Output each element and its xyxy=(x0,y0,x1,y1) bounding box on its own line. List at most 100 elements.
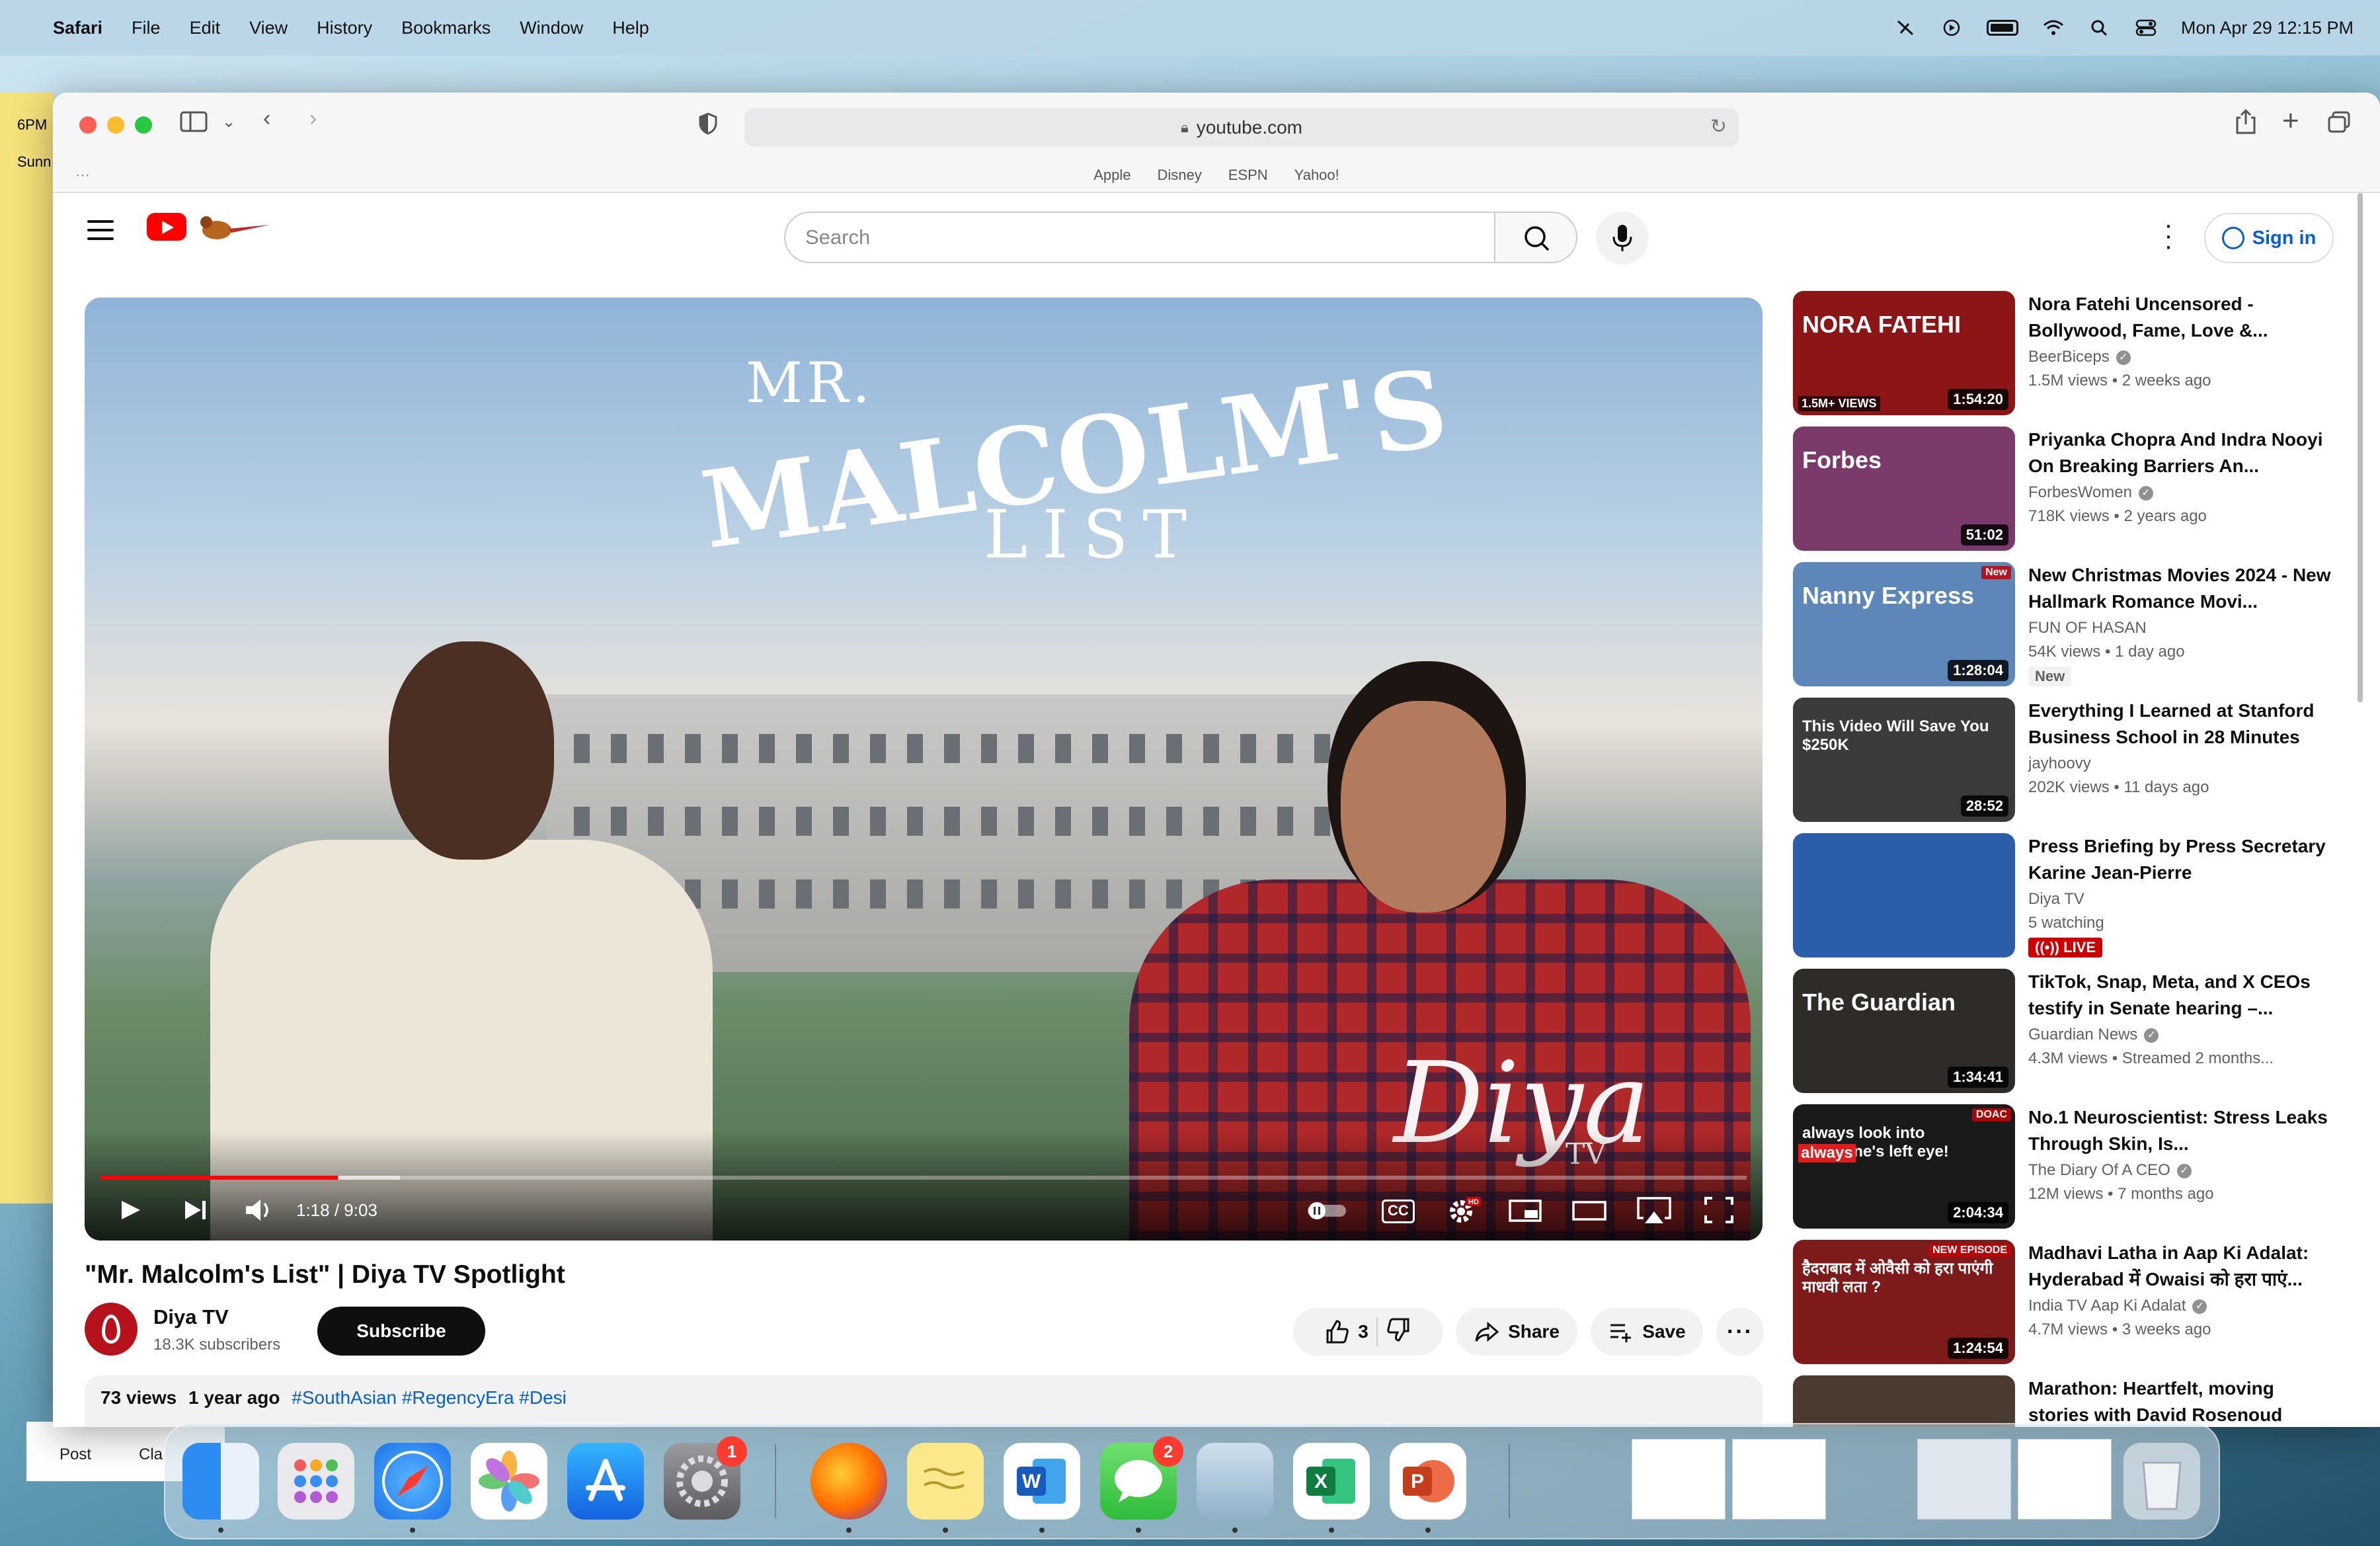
recommendation-thumbnail[interactable]: Nanny Express New 1:28:04 xyxy=(1793,562,2015,686)
dock-launchpad-icon[interactable] xyxy=(278,1443,354,1520)
recommendation-title[interactable]: No.1 Neuroscientist: Stress Leaks Throug… xyxy=(2028,1104,2332,1157)
recommendation-channel[interactable]: The Diary Of A CEO ✓ xyxy=(2028,1161,2192,1180)
recommendation-item[interactable]: Forbes 51:02 Priyanka Chopra And Indra Noo… xyxy=(1793,427,2361,552)
recommendation-item[interactable]: This Video Will Save You $250K 28:52 Every… xyxy=(1793,698,2361,823)
theater-mode-button[interactable] xyxy=(1571,1192,1608,1229)
recommendation-channel[interactable]: ForbesWomen ✓ xyxy=(2028,483,2153,502)
recommendation-thumbnail[interactable]: NORA FATEHI 1.5M+ VIEWS 1:54:20 xyxy=(1793,291,2015,415)
recommendation-title[interactable]: Nora Fatehi Uncensored - Bollywood, Fame… xyxy=(2028,291,2332,344)
subtitles-button[interactable]: CC xyxy=(1382,1200,1415,1223)
dock-stickies-icon[interactable] xyxy=(907,1443,984,1520)
description-box[interactable]: 73 views 1 year ago #SouthAsian #Regency… xyxy=(85,1375,1763,1427)
dock-minimized-window-3[interactable] xyxy=(1917,1439,2011,1520)
subscribe-button[interactable]: Subscribe xyxy=(317,1307,485,1356)
recommendation-thumbnail[interactable]: Forbes 51:02 xyxy=(1793,427,2015,551)
miniplayer-button[interactable] xyxy=(1507,1192,1544,1229)
menu-file[interactable]: File xyxy=(132,18,161,38)
next-button[interactable] xyxy=(181,1192,210,1229)
share-icon[interactable] xyxy=(2235,108,2257,141)
dock-powerpoint-icon[interactable]: P xyxy=(1390,1443,1466,1520)
background-window-notes[interactable]: 6PM Sunn xyxy=(0,93,54,1203)
minimize-window-button[interactable] xyxy=(107,116,124,134)
zoom-window-button[interactable] xyxy=(135,116,152,134)
battery-icon[interactable] xyxy=(1986,20,2018,36)
autoplay-toggle[interactable] xyxy=(1306,1192,1349,1229)
more-actions-button[interactable]: ··· xyxy=(1716,1308,1764,1356)
address-bar[interactable]: 🔒︎ youtube.com ↻ xyxy=(744,108,1739,147)
dock-system-settings-icon[interactable]: 1 xyxy=(664,1436,747,1520)
recommendation-thumbnail[interactable]: This Video Will Save You $250K 28:52 xyxy=(1793,698,2015,822)
dislike-button[interactable] xyxy=(1386,1317,1412,1348)
search-button[interactable] xyxy=(1494,212,1577,263)
recommendation-thumbnail[interactable]: always look into someone's left eye! alwa… xyxy=(1793,1104,2015,1229)
recommendation-channel[interactable]: Diya TV xyxy=(2028,890,2084,909)
dock-trash-icon[interactable] xyxy=(2123,1443,2200,1520)
dock-firefox-icon[interactable] xyxy=(811,1443,887,1520)
reload-icon[interactable]: ↻ xyxy=(1710,115,1727,138)
dock-finder-icon[interactable] xyxy=(182,1443,259,1520)
dock-messages-icon[interactable]: 2 xyxy=(1100,1436,1183,1520)
recommendation-title[interactable]: Madhavi Latha in Aap Ki Adalat: Hyderaba… xyxy=(2028,1240,2332,1293)
mute-button[interactable] xyxy=(243,1192,275,1229)
pen-off-icon[interactable] xyxy=(1894,19,1917,37)
privacy-shield-icon[interactable] xyxy=(698,112,718,141)
recommendation-thumbnail[interactable]: हैदराबाद में ओवैसी को हरा पाएंगी माधवी ल… xyxy=(1793,1240,2015,1364)
recommendation-item[interactable]: Nanny Express New 1:28:04 New Christmas Mov… xyxy=(1793,562,2361,688)
dock-preview-icon[interactable] xyxy=(1197,1443,1273,1520)
favorite-yahoo[interactable]: Yahoo! xyxy=(1294,167,1339,184)
like-button[interactable]: 3 xyxy=(1324,1319,1368,1345)
recommendation-channel[interactable]: jayhoovy xyxy=(2028,754,2091,773)
fullscreen-button[interactable] xyxy=(1700,1192,1737,1229)
search-input[interactable]: Search xyxy=(784,212,1494,263)
menu-window[interactable]: Window xyxy=(520,18,583,38)
recommendation-title[interactable]: New Christmas Movies 2024 - New Hallmark… xyxy=(2028,562,2332,615)
video-player[interactable]: MR. MALCOLM'S LIST Diya TV 1:18 / 9:03 C… xyxy=(85,298,1763,1241)
voice-search-button[interactable] xyxy=(1596,212,1649,264)
favorite-apple[interactable]: Apple xyxy=(1093,167,1130,184)
youtube-logo-icon[interactable] xyxy=(147,213,186,241)
progress-bar[interactable] xyxy=(100,1176,1747,1180)
new-tab-icon[interactable]: + xyxy=(2282,104,2299,138)
forward-icon[interactable]: › xyxy=(309,106,317,132)
recommendation-title[interactable]: Marathon: Heartfelt, moving stories with… xyxy=(2028,1375,2332,1427)
recommendation-item[interactable]: NORA FATEHI 1.5M+ VIEWS 1:54:20 Nora Fatehi… xyxy=(1793,291,2361,417)
recommendation-thumbnail[interactable] xyxy=(1793,1375,2015,1427)
menu-edit[interactable]: Edit xyxy=(190,18,221,38)
settings-button[interactable]: HD xyxy=(1444,1192,1481,1229)
menu-app-name[interactable]: Safari xyxy=(53,18,102,38)
dock-word-icon[interactable]: W xyxy=(1004,1443,1080,1520)
recommendation-channel[interactable]: India TV Aap Ki Adalat ✓ xyxy=(2028,1297,2207,1315)
sidebar-toggle-icon[interactable] xyxy=(180,110,209,140)
dock-minimized-window-4[interactable] xyxy=(2018,1439,2112,1520)
sign-in-button[interactable]: Sign in xyxy=(2204,213,2334,263)
recommendation-title[interactable]: Everything I Learned at Stanford Busines… xyxy=(2028,698,2332,751)
wifi-icon[interactable] xyxy=(2042,19,2065,37)
menu-history[interactable]: History xyxy=(317,18,372,38)
airplay-button[interactable] xyxy=(1634,1192,1674,1229)
recommendation-title[interactable]: Press Briefing by Press Secretary Karine… xyxy=(2028,833,2332,886)
dock-excel-icon[interactable]: X xyxy=(1293,1443,1370,1520)
close-window-button[interactable] xyxy=(79,116,97,134)
control-center-icon[interactable] xyxy=(2135,19,2157,37)
back-icon[interactable]: ‹ xyxy=(263,106,270,132)
favorite-espn[interactable]: ESPN xyxy=(1228,167,1268,184)
dock-minimized-window-1[interactable] xyxy=(1632,1439,1726,1520)
dock-minimized-window-2[interactable] xyxy=(1732,1439,1826,1520)
menu-view[interactable]: View xyxy=(249,18,288,38)
scrollbar-thumb[interactable] xyxy=(2358,193,2363,702)
hashtags[interactable]: #SouthAsian #RegencyEra #Desi xyxy=(292,1387,567,1408)
menu-help[interactable]: Help xyxy=(612,18,649,38)
play-circle-icon[interactable] xyxy=(1940,19,1963,37)
save-button[interactable]: Save xyxy=(1591,1308,1703,1356)
dock-photos-icon[interactable] xyxy=(471,1443,547,1520)
tab-overview-icon[interactable] xyxy=(2327,111,2351,140)
page-scrollbar[interactable] xyxy=(2356,193,2364,1427)
recommendation-channel[interactable]: FUN OF HASAN xyxy=(2028,619,2147,637)
recommendation-item[interactable]: Press Briefing by Press Secretary Karine… xyxy=(1793,833,2361,959)
channel-avatar[interactable] xyxy=(85,1303,138,1356)
share-button[interactable]: Share xyxy=(1456,1308,1577,1356)
recommendation-thumbnail[interactable]: The Guardian 1:34:41 xyxy=(1793,969,2015,1093)
play-button[interactable] xyxy=(118,1192,144,1229)
dock-app-store-icon[interactable] xyxy=(567,1443,644,1520)
recommendation-title[interactable]: Priyanka Chopra And Indra Nooyi On Break… xyxy=(2028,427,2332,479)
